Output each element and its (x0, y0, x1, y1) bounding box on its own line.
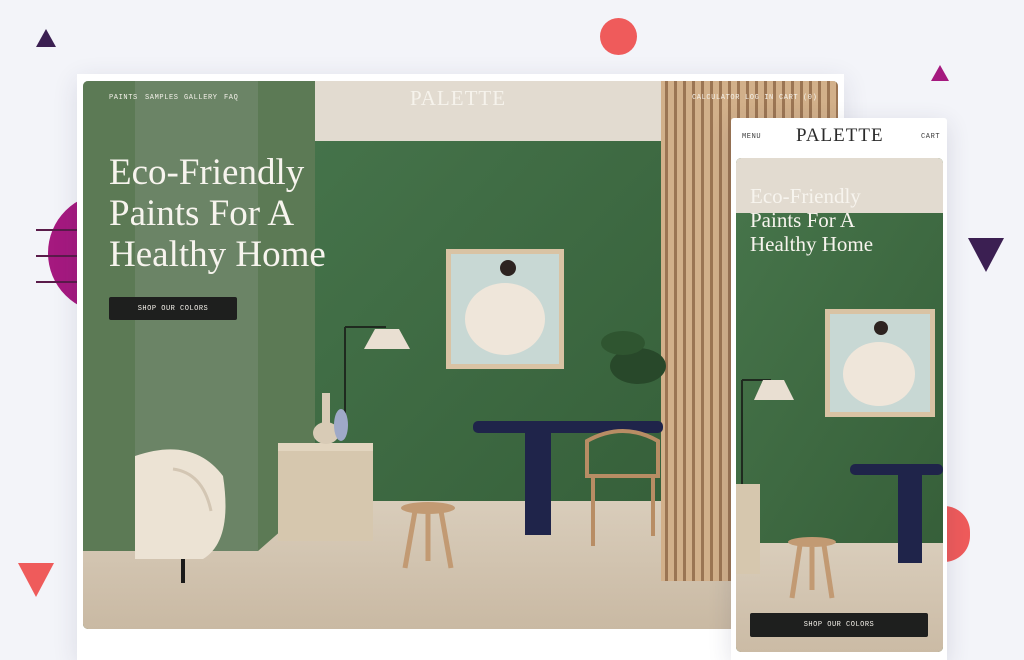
nav-link-cart[interactable]: CART (0) (779, 94, 817, 102)
purple-triangle-top-left (36, 29, 56, 47)
coral-triangle-bottom-left (18, 563, 54, 597)
desktop-logo[interactable]: PALETTE (410, 86, 506, 111)
desktop-hero-headline: Eco-Friendly Paints For A Healthy Home (109, 152, 326, 275)
mobile-logo[interactable]: PALETTE (796, 125, 884, 147)
coral-circle-decoration (600, 18, 637, 55)
coral-half-circle-decoration (944, 506, 970, 562)
nav-link-gallery[interactable]: GALLERY (184, 94, 218, 102)
mobile-menu-link[interactable]: MENU (742, 133, 761, 141)
mobile-hero-headline: Eco-Friendly Paints For A Healthy Home (750, 184, 874, 256)
mobile-shop-our-colors-button[interactable]: SHOP OUR COLORS (750, 613, 928, 637)
nav-link-faq[interactable]: FAQ (224, 94, 238, 102)
nav-link-samples[interactable]: SAMPLES (145, 94, 179, 102)
shop-our-colors-button[interactable]: SHOP OUR COLORS (109, 297, 237, 320)
purple-triangle-right (968, 238, 1004, 272)
nav-link-calculator[interactable]: CALCULATOR (692, 94, 740, 102)
magenta-triangle-top-right (931, 65, 949, 81)
nav-link-log-in[interactable]: LOG IN (745, 94, 774, 102)
mobile-cart-link[interactable]: CART (921, 133, 940, 141)
nav-link-paints[interactable]: PAINTS (109, 94, 138, 102)
